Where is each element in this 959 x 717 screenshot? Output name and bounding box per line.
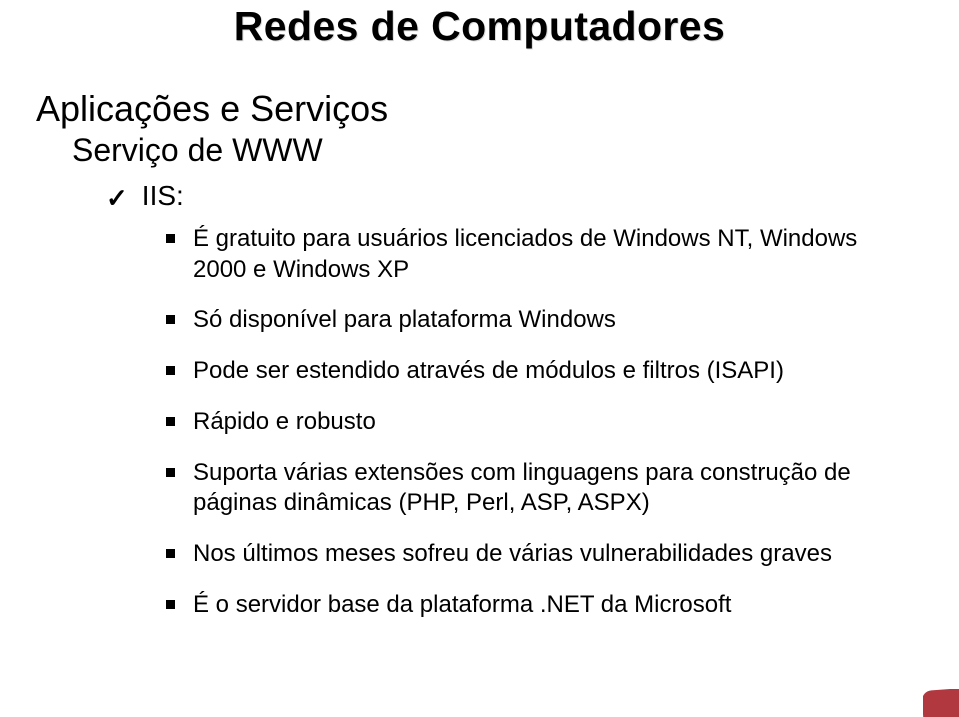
list-item-text: Suporta várias extensões com linguagens … xyxy=(193,458,906,519)
check-icon: ✓ xyxy=(106,183,128,214)
list-item: Pode ser estendido através de módulos e … xyxy=(166,356,906,387)
list-item: Suporta várias extensões com linguagens … xyxy=(166,458,906,519)
slide-subtitle: Aplicações e Serviços xyxy=(36,88,388,130)
list-item: Rápido e robusto xyxy=(166,407,906,438)
list-item-text: Nos últimos meses sofreu de várias vulne… xyxy=(193,539,906,570)
corner-accent-icon xyxy=(923,689,959,717)
checklist-label: IIS: xyxy=(142,180,184,212)
slide-title: Redes de Computadores xyxy=(0,3,959,50)
slide-subsubtitle: Serviço de WWW xyxy=(72,132,323,169)
square-bullet-icon xyxy=(166,600,175,609)
detail-list: É gratuito para usuários licenciados de … xyxy=(166,224,906,640)
square-bullet-icon xyxy=(166,468,175,477)
square-bullet-icon xyxy=(166,234,175,243)
list-item-text: Rápido e robusto xyxy=(193,407,906,438)
list-item-text: É o servidor base da plataforma .NET da … xyxy=(193,590,906,621)
list-item: É o servidor base da plataforma .NET da … xyxy=(166,590,906,621)
list-item-text: É gratuito para usuários licenciados de … xyxy=(193,224,906,285)
checklist-item: ✓ IIS: xyxy=(106,180,184,212)
list-item: É gratuito para usuários licenciados de … xyxy=(166,224,906,285)
slide: Redes de Computadores Aplicações e Servi… xyxy=(0,0,959,717)
list-item-text: Pode ser estendido através de módulos e … xyxy=(193,356,906,387)
list-item: Nos últimos meses sofreu de várias vulne… xyxy=(166,539,906,570)
square-bullet-icon xyxy=(166,315,175,324)
square-bullet-icon xyxy=(166,417,175,426)
list-item: Só disponível para plataforma Windows xyxy=(166,305,906,336)
square-bullet-icon xyxy=(166,366,175,375)
square-bullet-icon xyxy=(166,549,175,558)
list-item-text: Só disponível para plataforma Windows xyxy=(193,305,906,336)
